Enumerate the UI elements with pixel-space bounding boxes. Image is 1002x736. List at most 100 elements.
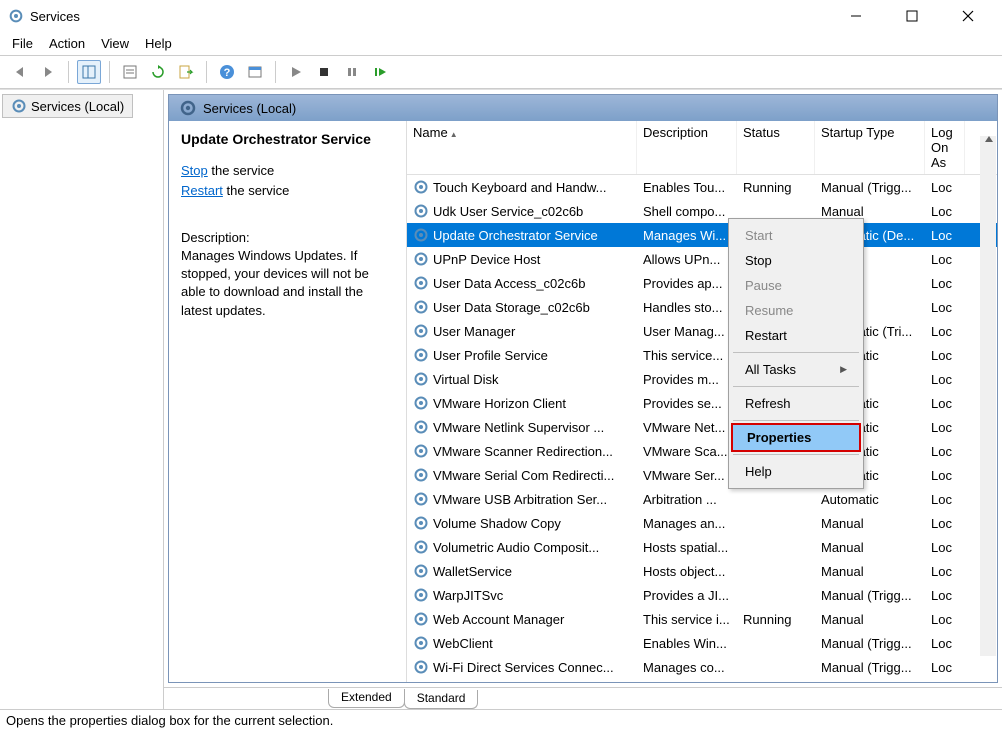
list-row[interactable]: VMware USB Arbitration Ser...Arbitration…	[407, 487, 997, 511]
gear-icon	[413, 467, 429, 483]
vertical-scrollbar[interactable]	[980, 136, 996, 656]
list-row[interactable]: Virtual DiskProvides m...ManualLoc	[407, 367, 997, 391]
forward-button[interactable]	[36, 60, 60, 84]
refresh-button[interactable]	[146, 60, 170, 84]
close-button[interactable]	[950, 4, 986, 28]
gear-icon	[413, 275, 429, 291]
tree-item-services-local[interactable]: Services (Local)	[2, 94, 133, 118]
pause-service-button[interactable]	[340, 60, 364, 84]
cell-name: WalletService	[407, 563, 637, 579]
list-row[interactable]: User Data Storage_c02c6bHandles sto...Ma…	[407, 295, 997, 319]
list-row[interactable]: Volume Shadow CopyManages an...ManualLoc	[407, 511, 997, 535]
list-row[interactable]: Web Account ManagerThis service i...Runn…	[407, 607, 997, 631]
stop-service-button[interactable]	[312, 60, 336, 84]
cell-log-on-as: Loc	[925, 492, 965, 507]
cell-log-on-as: Loc	[925, 444, 965, 459]
pane-title: Services (Local)	[203, 101, 296, 116]
export-list-button[interactable]	[174, 60, 198, 84]
list-row[interactable]: WebClientEnables Win...Manual (Trigg...L…	[407, 631, 997, 655]
cell-description: Hosts spatial...	[637, 540, 737, 555]
start-service-button[interactable]	[284, 60, 308, 84]
list-row[interactable]: UPnP Device HostAllows UPn...ManualLoc	[407, 247, 997, 271]
minimize-button[interactable]	[838, 4, 874, 28]
tab-extended[interactable]: Extended	[328, 689, 405, 708]
cell-name: User Manager	[407, 323, 637, 339]
list-row[interactable]: Update Orchestrator ServiceManages Wi...…	[407, 223, 997, 247]
list-row[interactable]: Volumetric Audio Composit...Hosts spatia…	[407, 535, 997, 559]
cell-description: Manages co...	[637, 660, 737, 675]
menu-action[interactable]: Action	[49, 36, 85, 51]
cell-log-on-as: Loc	[925, 516, 965, 531]
restart-link[interactable]: Restart	[181, 183, 223, 198]
menu-help[interactable]: Help	[145, 36, 172, 51]
ctx-divider	[733, 420, 859, 421]
ctx-start: Start	[731, 223, 861, 248]
cell-startup-type: Manual (Trigg...	[815, 660, 925, 675]
col-status[interactable]: Status	[737, 121, 815, 174]
scroll-up-icon[interactable]	[985, 136, 993, 142]
toolbar: ?	[0, 55, 1002, 89]
ctx-properties[interactable]: Properties	[731, 423, 861, 452]
results-pane-header: Services (Local)	[168, 94, 998, 121]
menu-file[interactable]: File	[12, 36, 33, 51]
list-row[interactable]: VMware Netlink Supervisor ...VMware Net.…	[407, 415, 997, 439]
col-name[interactable]: Name▲	[407, 121, 637, 174]
help-button[interactable]: ?	[215, 60, 239, 84]
services-list: Name▲ Description Status Startup Type Lo…	[407, 121, 997, 682]
cell-startup-type: Manual	[815, 612, 925, 627]
list-row[interactable]: User Data Access_c02c6bProvides ap...Man…	[407, 271, 997, 295]
ctx-refresh[interactable]: Refresh	[731, 391, 861, 416]
list-row[interactable]: User ManagerUser Manag...Automatic (Tri.…	[407, 319, 997, 343]
gear-icon	[413, 419, 429, 435]
list-row[interactable]: WalletServiceHosts object... ManualLoc	[407, 559, 997, 583]
cell-description: Hosts object...	[637, 564, 737, 579]
ctx-help[interactable]: Help	[731, 459, 861, 484]
back-button[interactable]	[8, 60, 32, 84]
col-log-on-as[interactable]: Log On As	[925, 121, 965, 174]
cell-status: Running	[737, 180, 815, 195]
col-description[interactable]: Description	[637, 121, 737, 174]
list-row[interactable]: VMware Scanner Redirection...VMware Sca.…	[407, 439, 997, 463]
cell-log-on-as: Loc	[925, 564, 965, 579]
list-row[interactable]: Touch Keyboard and Handw...Enables Tou..…	[407, 175, 997, 199]
stop-link[interactable]: Stop	[181, 163, 208, 178]
cell-name: UPnP Device Host	[407, 251, 637, 267]
properties-button[interactable]	[118, 60, 142, 84]
window-title: Services	[30, 9, 838, 24]
cell-description: VMware Ser...	[637, 468, 737, 483]
maximize-button[interactable]	[894, 4, 930, 28]
list-row[interactable]: WarpJITSvcProvides a JI...Manual (Trigg.…	[407, 583, 997, 607]
cell-description: Manages Wi...	[637, 228, 737, 243]
gear-icon	[413, 179, 429, 195]
cell-startup-type: Manual	[815, 564, 925, 579]
cell-description: Arbitration ...	[637, 492, 737, 507]
ctx-divider	[733, 386, 859, 387]
menu-view[interactable]: View	[101, 36, 129, 51]
gear-icon	[413, 299, 429, 315]
list-row[interactable]: Wi-Fi Direct Services Connec...Manages c…	[407, 655, 997, 679]
cell-name: Wi-Fi Direct Services Connec...	[407, 659, 637, 675]
list-row[interactable]: VMware Serial Com Redirecti...VMware Ser…	[407, 463, 997, 487]
cell-description: Provides a JI...	[637, 588, 737, 603]
gear-icon	[413, 251, 429, 267]
gear-icon	[413, 323, 429, 339]
tab-standard[interactable]: Standard	[404, 690, 479, 709]
list-row[interactable]: User Profile ServiceThis service...Autom…	[407, 343, 997, 367]
cell-description: Allows UPn...	[637, 252, 737, 267]
statusbar: Opens the properties dialog box for the …	[0, 709, 1002, 731]
col-startup-type[interactable]: Startup Type	[815, 121, 925, 174]
list-row[interactable]: VMware Horizon ClientProvides se...Autom…	[407, 391, 997, 415]
ctx-restart[interactable]: Restart	[731, 323, 861, 348]
cell-name: VMware Serial Com Redirecti...	[407, 467, 637, 483]
cell-name: VMware Netlink Supervisor ...	[407, 419, 637, 435]
console-settings-button[interactable]	[243, 60, 267, 84]
cell-name: Update Orchestrator Service	[407, 227, 637, 243]
ctx-all-tasks[interactable]: All Tasks▶	[731, 357, 861, 382]
cell-log-on-as: Loc	[925, 540, 965, 555]
sort-indicator-icon: ▲	[450, 130, 458, 139]
ctx-stop[interactable]: Stop	[731, 248, 861, 273]
restart-service-button[interactable]	[368, 60, 392, 84]
list-row[interactable]: Udk User Service_c02c6bShell compo...Man…	[407, 199, 997, 223]
console-tree: Services (Local)	[0, 90, 164, 709]
show-hide-tree-button[interactable]	[77, 60, 101, 84]
